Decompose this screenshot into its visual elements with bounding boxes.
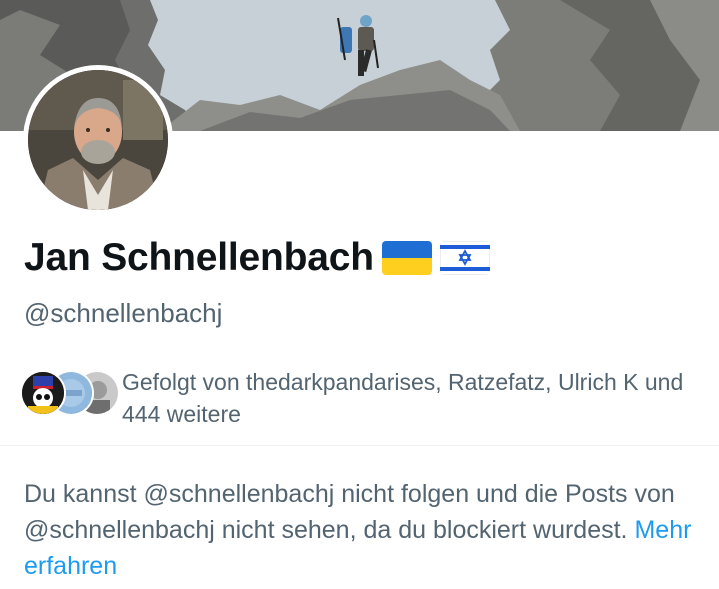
avatar[interactable] [23, 65, 173, 215]
display-name: Jan Schnellenbach [24, 236, 374, 279]
avatar-image [28, 70, 168, 210]
ukraine-flag-icon [381, 241, 432, 275]
profile-handle: @schnellenbachj [24, 298, 223, 328]
israel-flag-icon [439, 241, 490, 275]
divider [0, 445, 719, 446]
blocked-notice: Du kannst @schnellenbachj nicht folgen u… [24, 476, 704, 584]
follower-facepile [20, 366, 120, 420]
profile-name-row: Jan Schnellenbach [24, 236, 490, 280]
followed-by-row[interactable]: Gefolgt von thedarkpandarises, Ratzefatz… [20, 366, 700, 430]
blocked-notice-text: Du kannst @schnellenbachj nicht folgen u… [24, 480, 675, 544]
follower-avatar-1 [20, 370, 66, 416]
followed-by-text[interactable]: Gefolgt von thedarkpandarises, Ratzefatz… [122, 366, 692, 430]
